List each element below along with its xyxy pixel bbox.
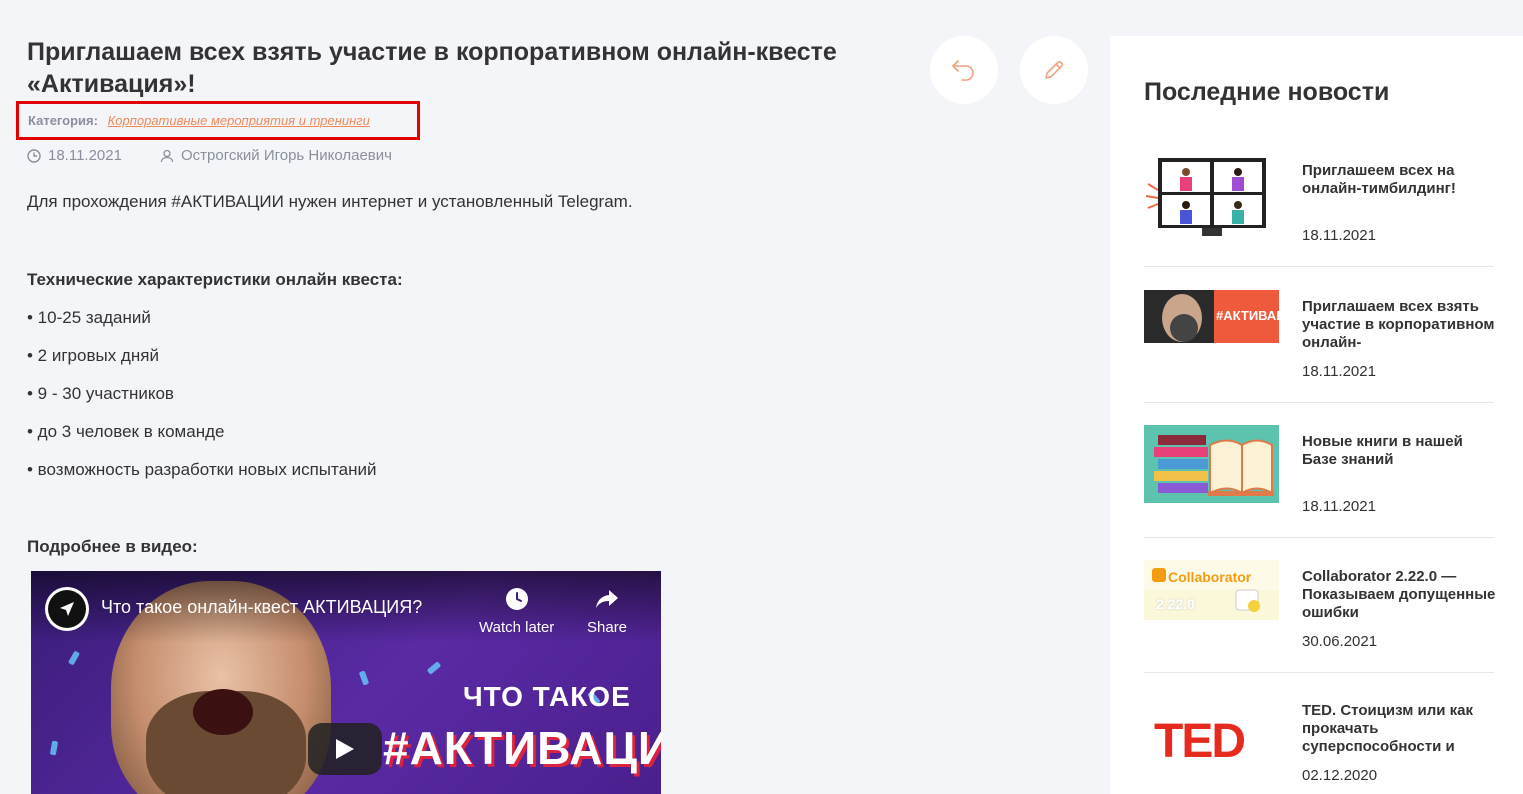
article-author[interactable]: Острогский Игорь Николаевич (181, 147, 392, 164)
video-title[interactable]: Что такое онлайн-квест АКТИВАЦИЯ? (101, 597, 422, 618)
share-button[interactable]: Share (587, 587, 627, 636)
list-item: • 10-25 заданий (27, 308, 151, 327)
watch-later-label: Watch later (479, 619, 555, 636)
share-arrow-icon (596, 590, 619, 608)
latest-news-sidebar: Последние новости Приглашеем всех на онл… (1110, 36, 1523, 794)
news-item[interactable]: Приглашеем всех на онлайн-тимбилдинг! 18… (1144, 154, 1494, 267)
news-thumbnail[interactable]: TED (1144, 710, 1279, 770)
news-thumb-text: #АКТИВАЦИЯ (1216, 308, 1279, 323)
video-thumbnail-mouth (193, 689, 253, 735)
undo-arrow-icon (952, 60, 974, 81)
author-meta: Острогский Игорь Николаевич (160, 147, 392, 164)
news-date: 02.12.2020 (1302, 767, 1378, 784)
news-item[interactable]: #АКТИВАЦИЯ Приглашаем всех взять участие… (1144, 290, 1494, 403)
article-intro: Для прохождения #АКТИВАЦИИ нужен интерне… (27, 192, 633, 211)
news-thumb-version: 2.22.0 (1156, 596, 1195, 612)
news-date: 18.11.2021 (1302, 498, 1376, 515)
sidebar-title: Последние новости (1144, 78, 1390, 106)
video-call-illustration (1144, 154, 1279, 239)
list-item: • возможность разработки новых испытаний (27, 460, 377, 479)
watch-later-button[interactable]: Watch later (479, 587, 554, 636)
news-title[interactable]: TED. Стоицизм или как прокачать суперспо… (1302, 702, 1498, 756)
list-item: • 2 игровых дняй (27, 346, 159, 365)
article-title: Приглашаем всех взять участие в корпорат… (27, 38, 837, 98)
article-date: 18.11.2021 (48, 147, 122, 164)
news-item[interactable]: Новые книги в нашей Базе знаний 18.11.20… (1144, 425, 1494, 538)
books-illustration (1144, 425, 1279, 503)
news-date: 18.11.2021 (1302, 363, 1376, 380)
news-item[interactable]: TED TED. Стоицизм или как прокачать супе… (1144, 694, 1494, 794)
video-heading: Подробнее в видео: (27, 537, 198, 556)
category-highlight: Категория: Корпоративные мероприятия и т… (16, 101, 420, 140)
article-body: Для прохождения #АКТИВАЦИИ нужен интерне… (27, 190, 907, 556)
article-meta: 18.11.2021 Острогский Игорь Николаевич (27, 147, 392, 164)
confetti-decoration (426, 661, 442, 675)
list-item: • до 3 человек в команде (27, 422, 225, 441)
news-thumbnail[interactable] (1144, 154, 1279, 239)
category-link[interactable]: Корпоративные мероприятия и тренинги (108, 113, 370, 128)
news-date: 18.11.2021 (1302, 227, 1376, 244)
article: Приглашаем всех взять участие в корпорат… (27, 36, 907, 100)
news-thumbnail[interactable]: Collaborator 2.22.0 (1144, 560, 1279, 620)
news-title[interactable]: Приглашаем всех взять участие в корпорат… (1302, 298, 1498, 352)
date-meta: 18.11.2021 (27, 147, 122, 164)
confetti-decoration (358, 670, 370, 686)
clock-icon (27, 148, 41, 163)
news-item[interactable]: Collaborator 2.22.0 Collaborator 2.22.0 … (1144, 560, 1495, 673)
play-button[interactable] (308, 723, 382, 775)
play-icon (336, 739, 354, 759)
news-thumb-text: Collaborator (1168, 569, 1252, 585)
back-button[interactable] (930, 36, 998, 104)
category-label: Категория: (28, 113, 98, 128)
navigation-arrow-icon (60, 602, 74, 616)
share-label: Share (587, 619, 628, 636)
user-icon (160, 149, 174, 162)
video-player[interactable]: Что такое онлайн-квест АКТИВАЦИЯ? Watch … (31, 571, 661, 794)
edit-button[interactable] (1020, 36, 1088, 104)
channel-avatar[interactable] (45, 587, 89, 631)
news-title[interactable]: Приглашеем всех на онлайн-тимбилдинг! (1302, 162, 1498, 198)
news-date: 30.06.2021 (1302, 633, 1378, 650)
news-title[interactable]: Collaborator 2.22.0 — Показываем допущен… (1302, 568, 1498, 622)
video-overlay-line1: ЧТО ТАКОЕ (463, 681, 631, 712)
video-overlay-line2: #АКТИВАЦИЯ (383, 722, 661, 774)
pencil-icon (1045, 60, 1064, 79)
tech-heading: Технические характеристики онлайн квеста… (27, 270, 403, 289)
list-item: • 9 - 30 участников (27, 384, 174, 403)
news-thumbnail[interactable]: #АКТИВАЦИЯ (1144, 290, 1279, 343)
confetti-decoration (49, 740, 59, 756)
news-title[interactable]: Новые книги в нашей Базе знаний (1302, 433, 1498, 469)
news-thumbnail[interactable] (1144, 425, 1279, 503)
confetti-decoration (67, 650, 81, 666)
clock-icon (505, 588, 528, 610)
news-thumb-text: TED (1154, 715, 1246, 768)
